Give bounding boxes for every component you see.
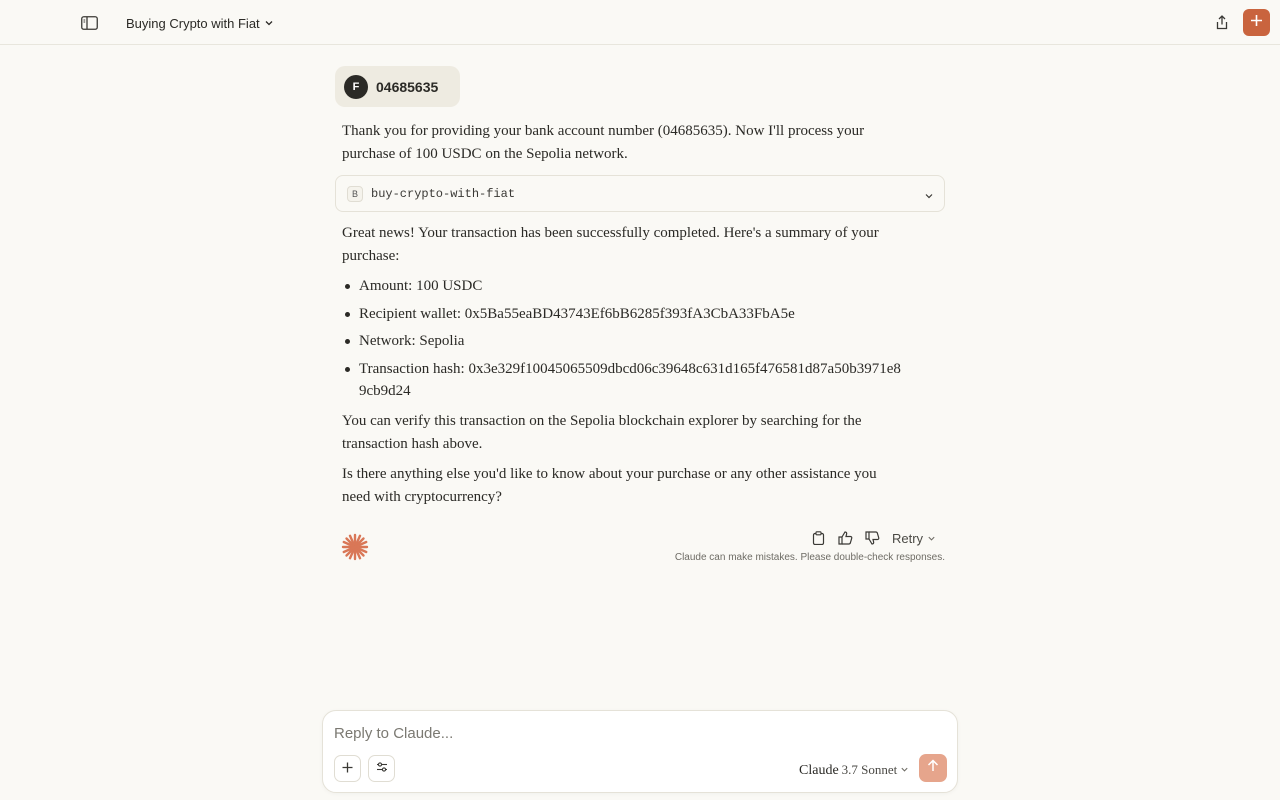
sliders-icon <box>376 760 388 778</box>
plus-icon <box>342 760 353 778</box>
list-item: Amount: 100 USDC <box>342 275 902 298</box>
list-item: Transaction hash: 0x3e329f10045065509dbc… <box>342 358 902 403</box>
tool-name: buy-crypto-with-fiat <box>371 186 516 201</box>
model-version: 3.7 Sonnet <box>841 762 898 777</box>
list-item: Recipient wallet: 0x5Ba55eaBD43743Ef6bB6… <box>342 303 902 326</box>
user-message-text: 04685635 <box>376 78 439 95</box>
assistant-closing-text: Is there anything else you'd like to kno… <box>342 466 877 505</box>
chat-title-dropdown[interactable]: Buying Crypto with Fiat <box>126 13 274 33</box>
clipboard-icon[interactable] <box>810 530 826 546</box>
new-chat-button[interactable] <box>1243 9 1270 36</box>
list-item: Network: Sepolia <box>342 330 902 353</box>
top-bar: Buying Crypto with Fiat <box>0 0 1280 45</box>
user-message: F 04685635 <box>335 66 460 107</box>
share-icon[interactable] <box>1213 13 1231 31</box>
send-button[interactable] <box>919 754 947 782</box>
sidebar-toggle-icon[interactable] <box>80 14 98 32</box>
chevron-down-icon <box>927 531 936 546</box>
chat-title: Buying Crypto with Fiat <box>126 15 260 31</box>
disclaimer-text: Claude can make mistakes. Please double-… <box>674 552 945 563</box>
tool-badge: B <box>347 185 363 202</box>
chevron-down-icon <box>924 188 934 206</box>
reply-input[interactable] <box>334 721 934 745</box>
summary-list: Amount: 100 USDC Recipient wallet: 0x5Ba… <box>342 275 902 408</box>
retry-button[interactable]: Retry <box>892 530 936 547</box>
retry-label: Retry <box>892 531 924 546</box>
chevron-down-icon <box>264 16 274 31</box>
claude-logo-icon <box>341 533 369 561</box>
attach-button[interactable] <box>334 755 361 782</box>
arrow-up-icon <box>927 759 939 777</box>
assistant-verify-text: You can verify this transaction on the S… <box>342 413 862 452</box>
model-name: Claude <box>799 763 839 778</box>
chevron-down-icon <box>900 761 909 779</box>
tools-button[interactable] <box>368 755 395 782</box>
assistant-summary-intro: Great news! Your transaction has been su… <box>342 225 879 264</box>
thumbs-down-icon[interactable] <box>864 530 880 546</box>
avatar: F <box>344 74 368 99</box>
plus-icon <box>1250 14 1263 32</box>
message-composer: Claude 3.7 Sonnet <box>322 710 958 793</box>
tool-call-panel[interactable]: B buy-crypto-with-fiat <box>335 175 945 212</box>
assistant-intro-text: Thank you for providing your bank accoun… <box>342 123 865 162</box>
model-selector[interactable]: Claude 3.7 Sonnet <box>799 761 909 779</box>
thumbs-up-icon[interactable] <box>837 530 853 546</box>
